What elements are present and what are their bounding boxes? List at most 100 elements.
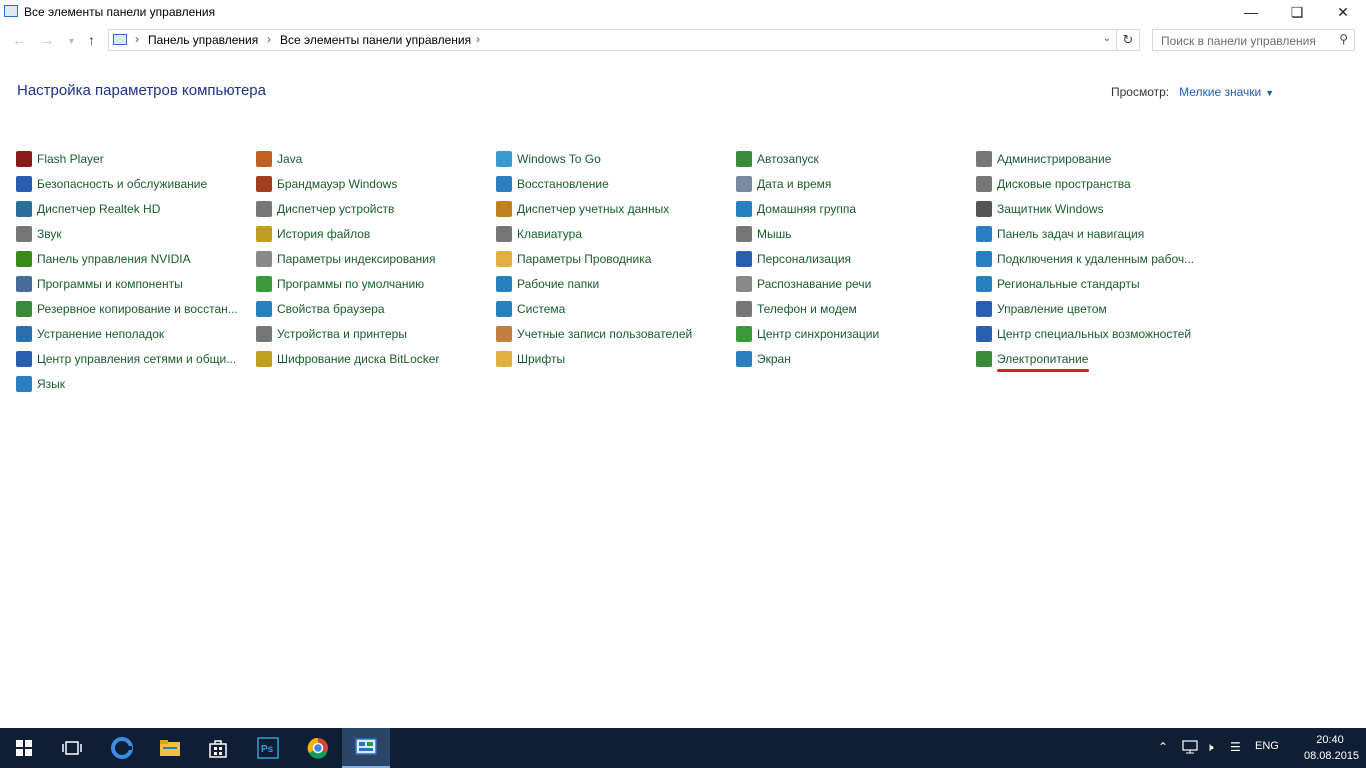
control-panel-item[interactable]: Дата и время — [736, 171, 831, 196]
taskbar-explorer[interactable] — [146, 728, 194, 768]
chevron-right-icon[interactable]: › — [476, 32, 480, 46]
control-panel-item-label: Брандмауэр Windows — [277, 176, 398, 191]
control-panel-item[interactable]: Администрирование — [976, 146, 1111, 171]
chevron-down-icon[interactable]: ⌄ — [1103, 33, 1111, 44]
control-panel-item[interactable]: Региональные стандарты — [976, 271, 1140, 296]
control-panel-item[interactable]: Управление цветом — [976, 296, 1107, 321]
control-panel-item[interactable]: Программы по умолчанию — [256, 271, 424, 296]
control-panel-item-label: Администрирование — [997, 151, 1112, 166]
control-panel-item[interactable]: Flash Player — [16, 146, 104, 171]
control-panel-item[interactable]: Java — [256, 146, 302, 171]
photoshop-icon: Ps — [257, 737, 279, 759]
control-panel-item[interactable]: Центр управления сетями и общи... — [16, 346, 236, 371]
control-panel-item[interactable]: История файлов — [256, 221, 370, 246]
control-panel-item[interactable]: Электропитание — [976, 346, 1088, 371]
recent-chevron-icon[interactable]: ▼ — [67, 36, 76, 46]
control-panel-item[interactable]: Рабочие папки — [496, 271, 599, 296]
control-panel-item[interactable]: Шрифты — [496, 346, 565, 371]
taskbar-edge[interactable] — [98, 728, 146, 768]
control-panel-item[interactable]: Мышь — [736, 221, 792, 246]
control-panel-item[interactable]: Автозапуск — [736, 146, 819, 171]
modem-icon — [736, 300, 752, 317]
volume-icon[interactable]: 🕨 — [1206, 740, 1214, 755]
taskbar-control-panel[interactable] — [342, 728, 390, 768]
control-panel-item[interactable]: Параметры индексирования — [256, 246, 435, 271]
control-panel-item[interactable]: Панель управления NVIDIA — [16, 246, 191, 271]
back-arrow-icon[interactable]: ← — [12, 32, 26, 48]
start-button[interactable] — [0, 728, 48, 768]
control-panel-item-label: Учетные записи пользователей — [517, 326, 693, 341]
breadcrumb-item[interactable]: Панель управления — [148, 33, 258, 47]
refresh-icon[interactable]: ↻ — [1116, 30, 1139, 50]
control-panel-item-label: Безопасность и обслуживание — [37, 176, 208, 191]
control-panel-item[interactable]: Распознавание речи — [736, 271, 871, 296]
control-panel-item[interactable]: Защитник Windows — [976, 196, 1104, 221]
taskbar-store[interactable] — [194, 728, 242, 768]
taskbar: Ps ⌃ 🕨 ☰ ENG 20:40 08.08.2015 — [0, 728, 1366, 768]
taskbar-photoshop[interactable]: Ps — [244, 728, 292, 768]
notifications-icon[interactable]: ☰ — [1230, 740, 1241, 754]
restore-button[interactable]: ❏ — [1274, 0, 1320, 24]
control-panel-item[interactable]: Шифрование диска BitLocker — [256, 346, 439, 371]
up-arrow-icon[interactable]: ↑ — [88, 32, 95, 48]
breadcrumb-item[interactable]: Все элементы панели управления — [280, 33, 471, 47]
control-panel-item[interactable]: Звук — [16, 221, 62, 246]
search-icon[interactable]: ⚲ — [1339, 32, 1348, 46]
control-panel-item[interactable]: Диспетчер Realtek HD — [16, 196, 160, 221]
control-panel-item[interactable]: Центр синхронизации — [736, 321, 879, 346]
control-panel-item[interactable]: Телефон и модем — [736, 296, 857, 321]
control-panel-item[interactable]: Резервное копирование и восстан... — [16, 296, 238, 321]
chevron-up-icon[interactable]: ⌃ — [1158, 740, 1168, 754]
bitlocker-icon — [256, 350, 272, 367]
control-panel-item[interactable]: Диспетчер учетных данных — [496, 196, 669, 221]
language-indicator[interactable]: ENG — [1255, 740, 1279, 752]
control-panel-item[interactable]: Экран — [736, 346, 791, 371]
microphone-icon — [736, 275, 752, 292]
control-panel-item[interactable]: Центр специальных возможностей — [976, 321, 1191, 346]
view-selector[interactable]: Просмотр: Мелкие значки ▼ — [1111, 85, 1274, 99]
control-panel-item[interactable]: Программы и компоненты — [16, 271, 183, 296]
personalization-icon — [736, 250, 752, 267]
control-panel-item[interactable]: Диспетчер устройств — [256, 196, 394, 221]
control-panel-item[interactable]: Брандмауэр Windows — [256, 171, 397, 196]
network-icon[interactable] — [1182, 740, 1198, 757]
control-panel-item-label: Центр специальных возможностей — [997, 326, 1192, 341]
search-input[interactable] — [1159, 33, 1333, 49]
control-panel-item[interactable]: Восстановление — [496, 171, 609, 196]
minimize-button[interactable]: — — [1228, 0, 1274, 24]
troubleshoot-icon — [16, 325, 32, 342]
close-button[interactable]: ✕ — [1320, 0, 1366, 24]
control-panel-item[interactable]: Windows To Go — [496, 146, 601, 171]
control-panel-item[interactable]: Подключения к удаленным рабоч... — [976, 246, 1194, 271]
control-panel-item[interactable]: Система — [496, 296, 565, 321]
search-box[interactable]: ⚲ — [1152, 29, 1355, 51]
browser-icon — [256, 300, 272, 317]
admin-tools-icon — [976, 150, 992, 167]
control-panel-item[interactable]: Домашняя группа — [736, 196, 856, 221]
control-panel-icon — [4, 5, 18, 17]
control-panel-item[interactable]: Дисковые пространства — [976, 171, 1131, 196]
clock[interactable]: 20:40 08.08.2015 — [1304, 732, 1359, 764]
chevron-right-icon[interactable]: › — [135, 32, 139, 46]
control-panel-item[interactable]: Учетные записи пользователей — [496, 321, 692, 346]
control-panel-item[interactable]: Устройства и принтеры — [256, 321, 407, 346]
control-panel-item[interactable]: Клавиатура — [496, 221, 582, 246]
control-panel-item[interactable]: Язык — [16, 371, 65, 396]
control-panel-item[interactable]: Персонализация — [736, 246, 851, 271]
taskbar-chrome[interactable] — [294, 728, 342, 768]
control-panel-item[interactable]: Устранение неполадок — [16, 321, 164, 346]
forward-arrow-icon[interactable]: → — [40, 32, 54, 48]
chevron-down-icon[interactable]: ▼ — [1265, 88, 1274, 98]
default-programs-icon — [256, 275, 272, 292]
task-view-button[interactable] — [48, 728, 96, 768]
control-panel-item[interactable]: Безопасность и обслуживание — [16, 171, 207, 196]
control-panel-item-label: Управление цветом — [997, 301, 1107, 316]
control-panel-item-label: Дисковые пространства — [997, 176, 1131, 191]
view-dropdown[interactable]: Мелкие значки — [1179, 85, 1261, 99]
control-panel-item[interactable]: Панель задач и навигация — [976, 221, 1144, 246]
control-panel-item[interactable]: Свойства браузера — [256, 296, 385, 321]
address-bar[interactable]: › Панель управления › Все элементы панел… — [108, 29, 1140, 51]
chevron-right-icon[interactable]: › — [267, 32, 271, 46]
svg-text:Ps: Ps — [261, 744, 274, 755]
control-panel-item[interactable]: Параметры Проводника — [496, 246, 651, 271]
